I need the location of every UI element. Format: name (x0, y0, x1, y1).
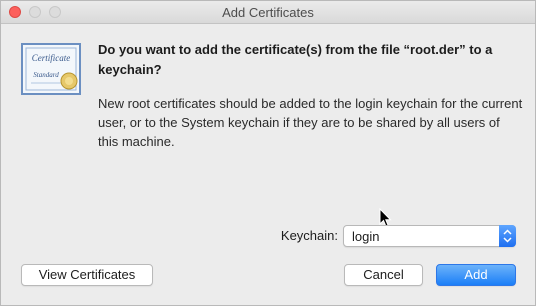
keychain-select[interactable]: login (343, 225, 516, 247)
dialog-message: New root certificates should be added to… (98, 96, 523, 149)
keychain-label: Keychain: (280, 228, 338, 243)
certificate-icon-subtitle: Standard (33, 71, 59, 79)
add-certificates-dialog: Add Certificates Certificate Standard Do… (0, 0, 536, 306)
title-bar: Add Certificates (1, 1, 535, 24)
certificate-icon: Certificate Standard (21, 43, 81, 95)
certificate-icon-title: Certificate (32, 53, 71, 63)
cancel-button[interactable]: Cancel (344, 264, 423, 286)
add-button[interactable]: Add (436, 264, 516, 286)
dialog-heading: Do you want to add the certificate(s) fr… (98, 42, 493, 77)
window-title: Add Certificates (222, 5, 314, 20)
keychain-selected-value: login (352, 229, 380, 244)
select-arrows-icon (499, 225, 516, 247)
view-certificates-button[interactable]: View Certificates (21, 264, 153, 286)
